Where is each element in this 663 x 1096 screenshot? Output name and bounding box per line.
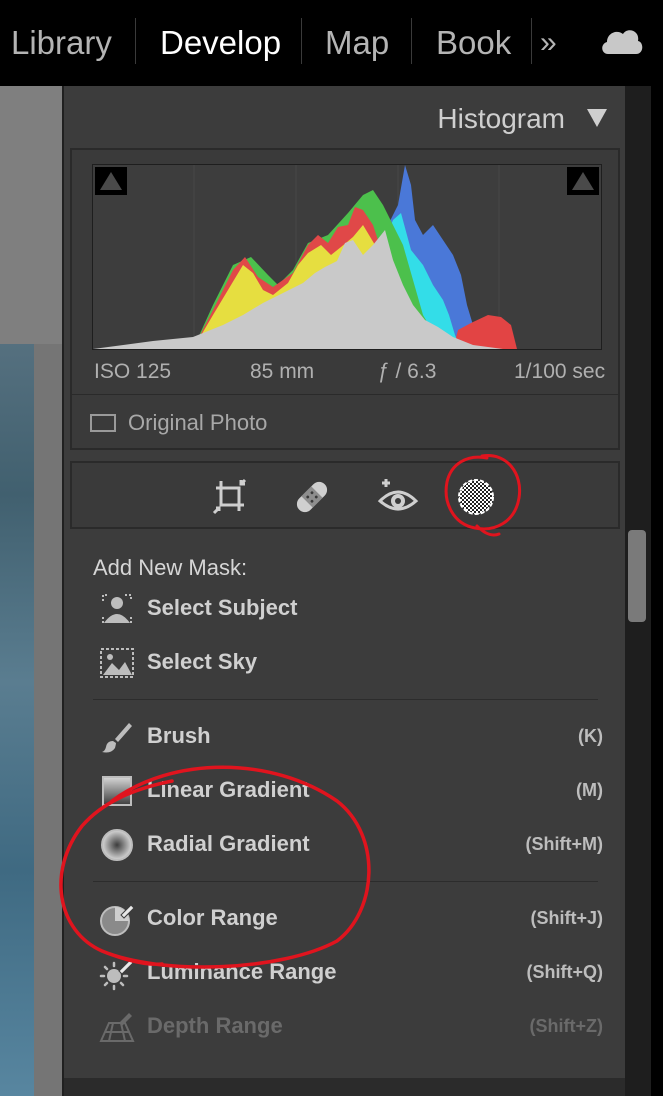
shortcut-label: (Shift+Z) (529, 1016, 604, 1036)
window-edge (651, 86, 663, 1096)
module-library[interactable]: Library (11, 24, 112, 62)
module-map[interactable]: Map (325, 24, 389, 62)
photo-margin (34, 344, 62, 1096)
scrollbar-thumb[interactable] (628, 530, 646, 622)
shutter-speed-value: 1/100 sec (514, 360, 606, 383)
module-separator (301, 18, 302, 64)
mask-option-select-sky[interactable]: Select Sky (93, 643, 603, 683)
develop-right-panel: Histogram ISO 125 85 mm ƒ / 6.3 1/100 se… (59, 86, 627, 1096)
tool-strip (70, 454, 620, 537)
add-new-mask-heading: Add New Mask: (93, 555, 248, 580)
panel-scrollbar[interactable] (625, 86, 651, 1096)
original-photo-checkbox[interactable] (90, 414, 116, 432)
module-separator (135, 18, 136, 64)
module-book[interactable]: Book (436, 24, 511, 62)
crop-icon[interactable] (208, 475, 252, 519)
shortcut-label: (Shift+M) (525, 834, 603, 854)
cloud-icon[interactable] (598, 22, 644, 58)
module-separator (411, 18, 412, 64)
select-subject-icon (102, 594, 132, 623)
mask-option-label: Brush (147, 723, 211, 748)
focal-length-value: 85 mm (250, 360, 315, 383)
brush-icon (102, 723, 132, 753)
depth-range-icon (99, 1013, 135, 1042)
double-chevron-right-icon[interactable]: » (540, 26, 557, 60)
original-photo-label[interactable]: Original Photo (128, 410, 267, 436)
module-picker-bar: Library Develop Map Book » (0, 0, 663, 86)
mask-option-label: Depth Range (147, 1013, 283, 1038)
mask-option-label: Select Subject (147, 595, 298, 620)
shortcut-label: (Shift+Q) (526, 962, 604, 982)
masking-panel: Add New Mask: Select Subject Select Sky (59, 539, 627, 1084)
divider (93, 699, 598, 700)
panel-footer (64, 1078, 627, 1096)
histogram-title[interactable]: Histogram (437, 103, 565, 135)
shortcut-label: (Shift+J) (530, 908, 603, 928)
histogram-plot (93, 165, 517, 349)
iso-value: ISO 125 (94, 360, 172, 383)
red-annotation-oval (59, 765, 371, 969)
shortcut-label: (K) (578, 726, 603, 746)
select-sky-icon (100, 648, 134, 678)
mask-option-depth-range: Depth Range (Shift+Z) (93, 1007, 603, 1047)
histogram-panel: ISO 125 85 mm ƒ / 6.3 1/100 sec Original… (70, 148, 620, 450)
aperture-value: ƒ / 6.3 (378, 360, 437, 383)
mask-option-select-subject[interactable]: Select Subject (93, 589, 603, 629)
module-separator (531, 18, 532, 64)
healing-icon[interactable] (290, 475, 334, 519)
red-eye-icon[interactable] (376, 475, 420, 519)
histogram-graph[interactable] (92, 164, 602, 350)
module-develop[interactable]: Develop (160, 24, 281, 62)
collapse-triangle-icon[interactable] (587, 109, 607, 127)
shortcut-label: (M) (576, 780, 603, 800)
highlight-clipping-button[interactable] (567, 167, 599, 195)
photo-image (0, 344, 34, 1096)
divider (72, 394, 618, 395)
mask-option-brush[interactable]: Brush (K) (93, 717, 603, 757)
shadow-clipping-button[interactable] (95, 167, 127, 195)
mask-option-label: Select Sky (147, 649, 258, 674)
red-annotation-circle (444, 454, 522, 537)
